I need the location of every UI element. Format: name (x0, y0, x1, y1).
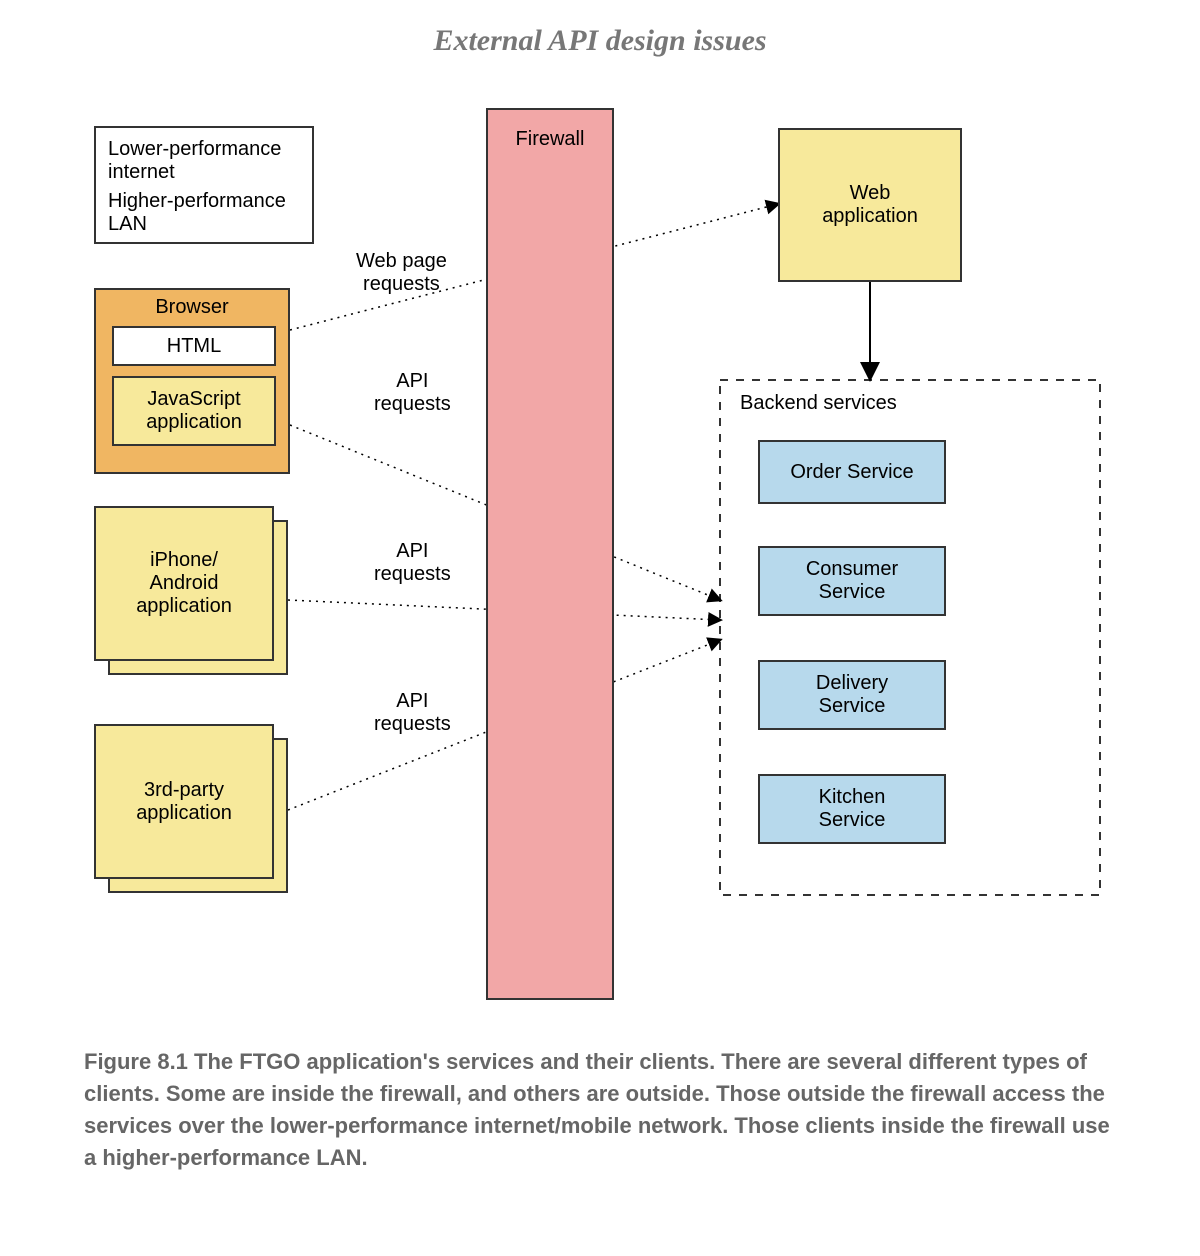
figure-caption: Figure 8.1 The FTGO application's servic… (84, 1046, 1110, 1174)
mobile-box: iPhone/ Android application (94, 506, 274, 661)
svc-order: Order Service (758, 440, 946, 504)
legend-box: Lower-performance internet Higher-perfor… (94, 126, 314, 244)
label-webpage: Web page requests (356, 250, 447, 296)
figure-text: The FTGO application's services and thei… (84, 1049, 1110, 1170)
label-api-1: API requests (374, 370, 451, 416)
legend-row1: Lower-performance internet (108, 138, 292, 184)
browser-box: Browser HTML JavaScript application (94, 288, 290, 474)
label-api-3: API requests (374, 690, 451, 736)
browser-js: JavaScript application (112, 376, 276, 446)
firewall-box: Firewall (486, 108, 614, 1000)
figure-number: Figure 8.1 (84, 1049, 188, 1074)
svc-consumer: Consumer Service (758, 546, 946, 616)
page-title: External API design issues (0, 24, 1200, 58)
label-api-2: API requests (374, 540, 451, 586)
firewall-label: Firewall (516, 128, 585, 151)
webapp-box: Web application (778, 128, 962, 282)
thirdparty-box: 3rd-party application (94, 724, 274, 879)
svc-kitchen: Kitchen Service (758, 774, 946, 844)
legend-row2: Higher-performance LAN (108, 190, 292, 236)
browser-title: Browser (96, 296, 288, 319)
svc-delivery: Delivery Service (758, 660, 946, 730)
browser-html: HTML (112, 326, 276, 366)
backend-header: Backend services (740, 392, 897, 415)
